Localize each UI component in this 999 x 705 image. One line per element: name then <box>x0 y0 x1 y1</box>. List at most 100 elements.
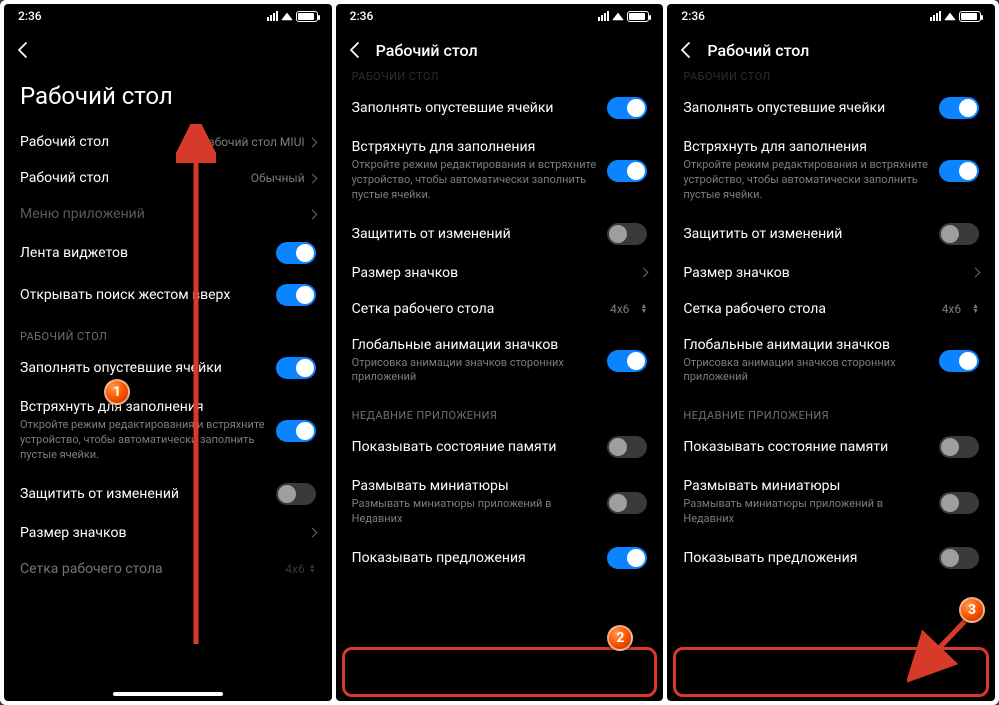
arrow-left-icon <box>346 40 366 60</box>
toggle-switch[interactable] <box>607 436 647 458</box>
row-show-suggestions[interactable]: Показывать предложения <box>667 537 995 579</box>
row-value: Рабочий стол MIUI <box>201 135 316 149</box>
row-memory-status[interactable]: Показывать состояние памяти <box>336 426 664 468</box>
wifi-icon <box>944 12 956 20</box>
settings-list[interactable]: РАБОЧИЙ СТОЛ Заполнять опустевшие ячейки… <box>336 72 664 701</box>
battery-icon <box>959 11 981 22</box>
toggle-switch[interactable] <box>607 223 647 245</box>
row-home-mode[interactable]: Рабочий стол Обычный <box>4 160 332 196</box>
row-shake-fill[interactable]: Встряхнуть для заполнения Откройте режим… <box>336 129 664 213</box>
toggle-switch[interactable] <box>939 223 979 245</box>
row-shake-fill[interactable]: Встряхнуть для заполнения Откройте режим… <box>667 129 995 213</box>
row-label: Рабочий стол <box>20 170 109 186</box>
toggle-switch[interactable] <box>276 284 316 306</box>
row-subtext: Отрисовка анимации значков сторонних при… <box>352 356 598 386</box>
toggle-switch[interactable] <box>939 350 979 372</box>
status-bar: 2:36 <box>667 4 995 28</box>
row-app-drawer[interactable]: Меню приложений <box>4 196 332 232</box>
row-global-anim[interactable]: Глобальные анимации значков Отрисовка ан… <box>336 327 664 396</box>
toggle-switch[interactable] <box>939 160 979 182</box>
row-label: Глобальные анимации значков <box>352 337 598 353</box>
toggle-switch[interactable] <box>276 420 316 442</box>
toggle-switch[interactable] <box>939 436 979 458</box>
row-value: Обычный <box>251 171 316 185</box>
status-indicators <box>267 11 318 22</box>
row-fill-empty[interactable]: Заполнять опустевшие ячейки <box>4 347 332 389</box>
status-indicators <box>598 11 649 22</box>
toggle-switch[interactable] <box>607 492 647 514</box>
row-show-suggestions[interactable]: Показывать предложения <box>336 537 664 579</box>
header-bar: Рабочий стол <box>336 28 664 72</box>
step-badge-1: 1 <box>104 379 130 405</box>
row-icon-size[interactable]: Размер значков <box>667 255 995 291</box>
wifi-icon <box>281 12 293 20</box>
signal-icon <box>930 11 941 21</box>
toggle-switch[interactable] <box>607 350 647 372</box>
row-label: Сетка рабочего стола <box>20 561 163 577</box>
section-header: РАБОЧИЙ СТОЛ <box>336 72 664 87</box>
toggle-switch[interactable] <box>939 492 979 514</box>
header-bar: Рабочий стол <box>667 28 995 72</box>
signal-icon <box>598 11 609 21</box>
section-header: РАБОЧИЙ СТОЛ <box>4 316 332 347</box>
row-icon-size[interactable]: Размер значков <box>336 255 664 291</box>
row-label: Сетка рабочего стола <box>352 301 495 317</box>
row-blur-thumbs[interactable]: Размывать миниатюры Размывать миниатюры … <box>667 468 995 537</box>
row-value <box>640 269 647 276</box>
row-label: Глобальные анимации значков <box>683 337 929 353</box>
row-lock-layout[interactable]: Защитить от изменений <box>4 473 332 515</box>
toggle-switch[interactable] <box>607 547 647 569</box>
row-label: Встряхнуть для заполнения <box>683 139 929 155</box>
settings-list[interactable]: РАБОЧИЙ СТОЛ Заполнять опустевшие ячейки… <box>667 72 995 701</box>
row-widget-feed[interactable]: Лента виджетов <box>4 232 332 274</box>
row-global-anim[interactable]: Глобальные анимации значков Отрисовка ан… <box>667 327 995 396</box>
phone-panel-3: 2:36 Рабочий стол РАБОЧИЙ СТОЛ Заполнять… <box>667 4 995 701</box>
row-grid[interactable]: Сетка рабочего стола 4x6 ▲▼ <box>667 291 995 327</box>
section-header: РАБОЧИЙ СТОЛ <box>667 72 995 87</box>
row-value <box>309 529 316 536</box>
row-value: 4x6 ▲▼ <box>610 302 647 316</box>
row-search-gesture[interactable]: Открывать поиск жестом вверх <box>4 274 332 316</box>
row-memory-status[interactable]: Показывать состояние памяти <box>667 426 995 468</box>
row-label: Рабочий стол <box>20 134 109 150</box>
toggle-switch[interactable] <box>607 160 647 182</box>
row-subtext: Откройте режим редактирования и встряхни… <box>352 158 598 203</box>
toggle-switch[interactable] <box>939 97 979 119</box>
row-label: Открывать поиск жестом вверх <box>20 287 230 303</box>
row-blur-thumbs[interactable]: Размывать миниатюры Размывать миниатюры … <box>336 468 664 537</box>
toggle-switch[interactable] <box>276 242 316 264</box>
row-label: Размывать миниатюры <box>683 478 929 494</box>
row-home-launcher[interactable]: Рабочий стол Рабочий стол MIUI <box>4 124 332 160</box>
status-bar: 2:36 <box>4 4 332 28</box>
row-label: Размер значков <box>352 265 458 281</box>
row-label: Размывать миниатюры <box>352 478 598 494</box>
row-fill-empty[interactable]: Заполнять опустевшие ячейки <box>336 87 664 129</box>
updown-icon: ▲▼ <box>972 304 979 312</box>
updown-icon: ▲▼ <box>640 304 647 312</box>
row-grid[interactable]: Сетка рабочего стола 4x6 ▲▼ <box>336 291 664 327</box>
phone-panel-1: 2:36 Рабочий стол Рабочий стол Рабочий с… <box>4 4 332 701</box>
back-button[interactable] <box>336 28 376 72</box>
toggle-switch[interactable] <box>607 97 647 119</box>
back-button[interactable] <box>4 28 44 72</box>
toggle-switch[interactable] <box>276 357 316 379</box>
gesture-bar[interactable] <box>113 692 223 696</box>
row-lock-layout[interactable]: Защитить от изменений <box>667 213 995 255</box>
row-lock-layout[interactable]: Защитить от изменений <box>336 213 664 255</box>
status-indicators <box>930 11 981 22</box>
row-grid[interactable]: Сетка рабочего стола 4x6▲▼ <box>4 551 332 587</box>
row-label: Заполнять опустевшие ячейки <box>20 360 222 376</box>
row-label: Защитить от изменений <box>352 226 511 242</box>
toggle-switch[interactable] <box>939 547 979 569</box>
settings-list[interactable]: Рабочий стол Рабочий стол MIUI Рабочий с… <box>4 124 332 701</box>
status-bar: 2:36 <box>336 4 664 28</box>
row-shake-fill[interactable]: Встряхнуть для заполнения Откройте режим… <box>4 389 332 473</box>
row-icon-size[interactable]: Размер значков <box>4 515 332 551</box>
chevron-right-icon <box>307 528 317 538</box>
row-label: Встряхнуть для заполнения <box>20 399 266 415</box>
back-button[interactable] <box>667 28 707 72</box>
row-fill-empty[interactable]: Заполнять опустевшие ячейки <box>667 87 995 129</box>
row-label: Заполнять опустевшие ячейки <box>352 100 554 116</box>
toggle-switch[interactable] <box>276 483 316 505</box>
row-subtext: Откройте режим редактирования и встряхни… <box>20 418 266 463</box>
